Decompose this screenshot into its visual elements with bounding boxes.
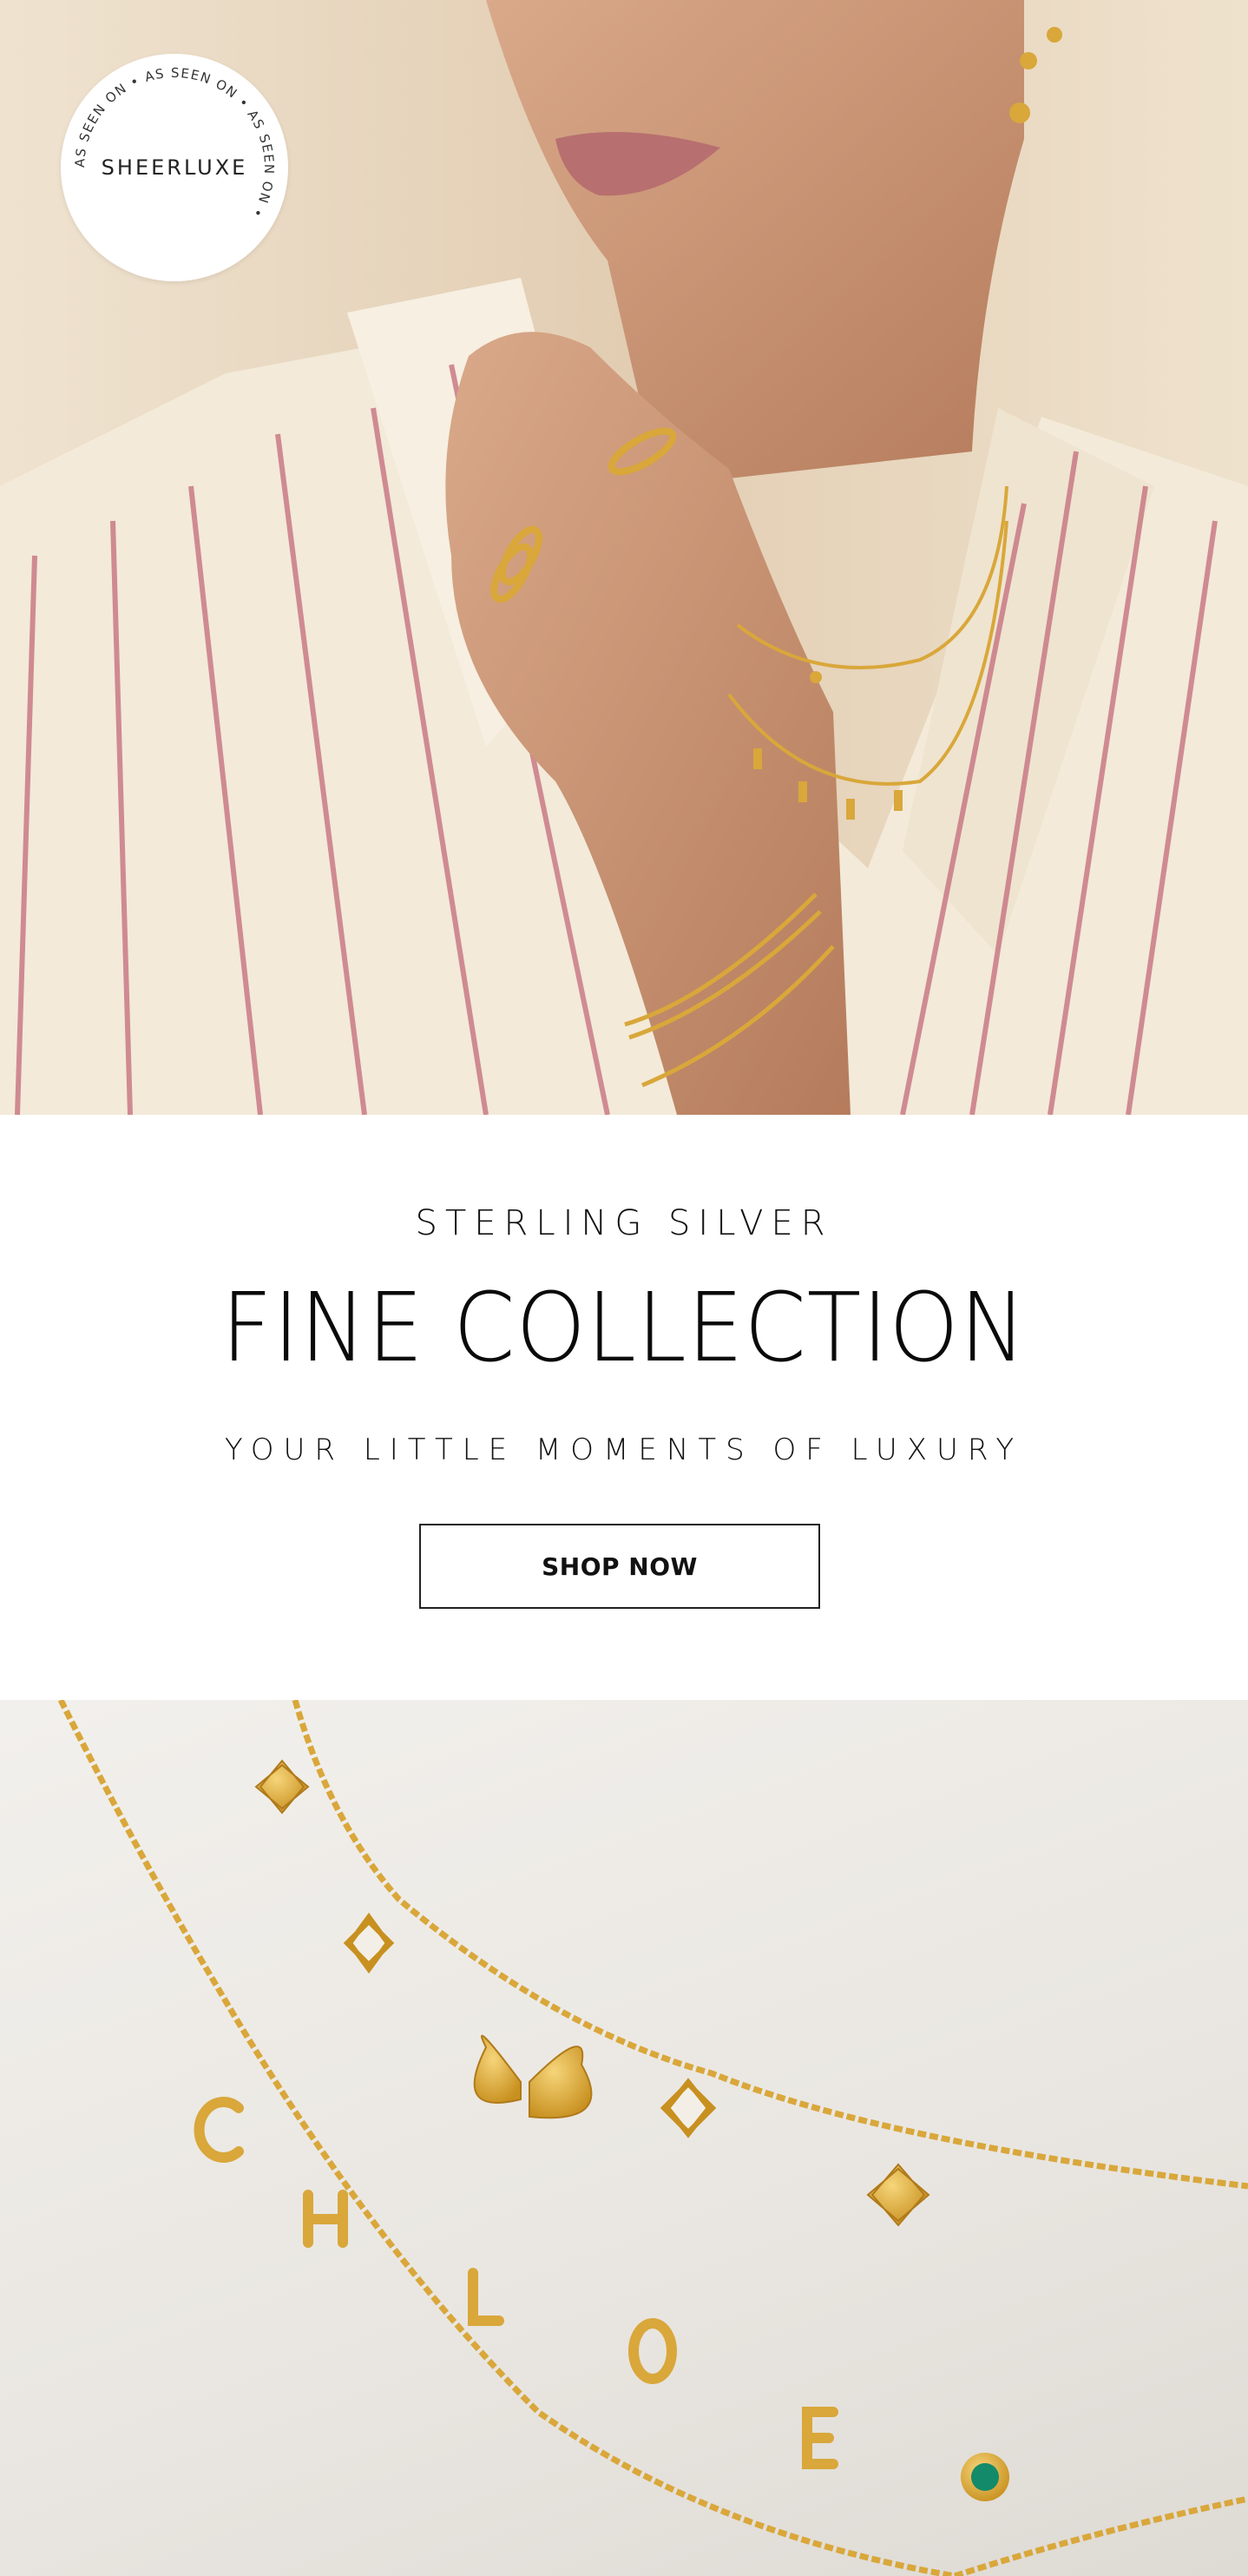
eyebrow-text: STERLING SILVER [415,1203,833,1243]
charm-necklaces-photo [57,1700,1248,2576]
tagline-text: YOUR LITTLE MOMENTS OF LUXURY [224,1433,1024,1467]
badge-brand-name: SHEERLUXE [101,155,248,180]
promo-section: STERLING SILVER FINE COLLECTION YOUR LIT… [0,1115,1248,1700]
product-image [0,1700,1248,2576]
collection-headline: FINE COLLECTION [220,1272,1028,1383]
as-seen-on-badge: AS SEEN ON • AS SEEN ON • AS SEEN ON • S… [61,54,288,281]
shop-now-button[interactable]: SHOP NOW [419,1524,820,1609]
hero-image: AS SEEN ON • AS SEEN ON • AS SEEN ON • S… [0,0,1248,1115]
